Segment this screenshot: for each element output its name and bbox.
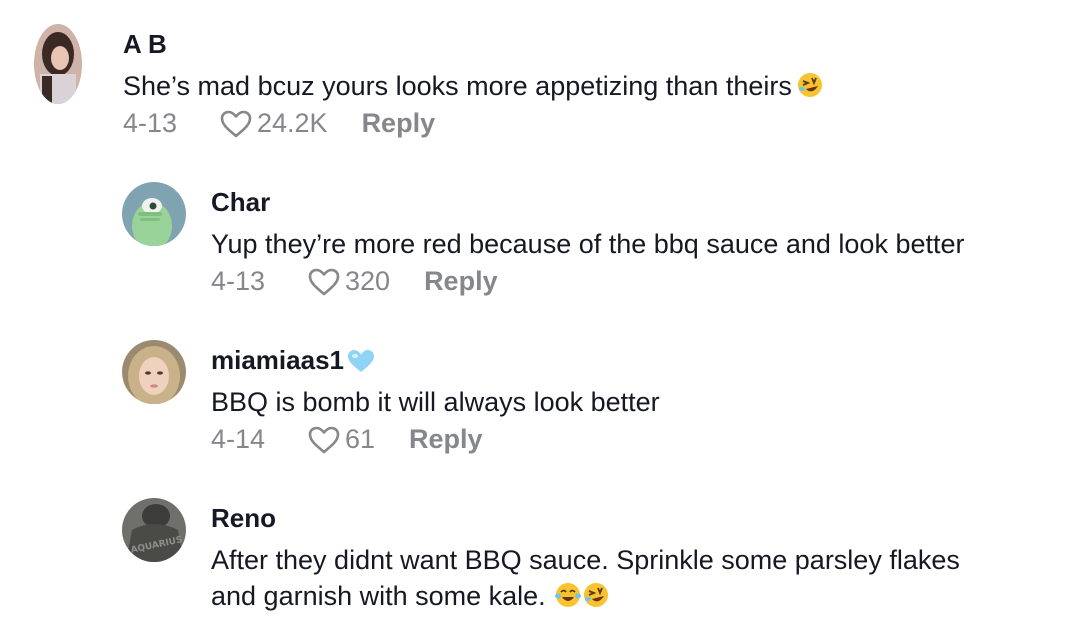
heart-outline-icon[interactable] [307, 267, 341, 297]
comment-date: 4-14 [211, 424, 266, 454]
comment-username[interactable]: A B [123, 29, 167, 60]
like-button[interactable]: 24.2K [219, 108, 362, 139]
comment-text-content: and garnish with some kale. [211, 581, 546, 611]
username-text[interactable]: Reno [211, 503, 276, 534]
reply-button[interactable]: Reply [362, 108, 436, 139]
light-blue-heart-icon [346, 348, 376, 374]
avatar[interactable] [34, 24, 82, 104]
like-button[interactable]: 61 [307, 424, 409, 455]
heart-outline-icon[interactable] [219, 109, 253, 139]
comment-username[interactable]: Char [211, 187, 270, 218]
avatar-photo: AQUARIUS [122, 498, 186, 562]
rolling-on-floor-laughing-emoji-icon [796, 71, 824, 99]
comment-meta: 4-13 24.2K Reply [123, 108, 435, 139]
username-text[interactable]: miamiaas1 [211, 345, 344, 376]
like-count: 320 [345, 266, 391, 296]
like-count: 61 [345, 424, 376, 454]
avatar[interactable] [122, 340, 186, 404]
comment-date: 4-13 [123, 108, 178, 138]
avatar-photo [122, 340, 186, 404]
comment-meta: 4-14 61 Reply [211, 424, 483, 455]
comment-text: BBQ is bomb it will always look better [211, 387, 660, 417]
like-count: 24.2K [257, 108, 328, 138]
rolling-on-floor-laughing-emoji-icon [582, 581, 610, 609]
reply-button[interactable]: Reply [409, 424, 483, 455]
avatar[interactable] [122, 182, 186, 246]
avatar-photo [34, 24, 82, 104]
comment-text-line: and garnish with some kale. [211, 578, 960, 614]
reply-button[interactable]: Reply [424, 266, 498, 297]
comment-text: After they didnt want BBQ sauce. Sprinkl… [211, 542, 960, 614]
heart-outline-icon[interactable] [307, 425, 341, 455]
username-text[interactable]: A B [123, 29, 167, 60]
username-text[interactable]: Char [211, 187, 270, 218]
comment-username[interactable]: Reno [211, 503, 276, 534]
comment-meta: 4-13 320 Reply [211, 266, 498, 297]
face-with-tears-of-joy-emoji-icon [554, 581, 582, 609]
comment-text-content: She’s mad bcuz yours looks more appetizi… [123, 71, 792, 101]
comment-username[interactable]: miamiaas1 [211, 345, 376, 376]
avatar[interactable]: AQUARIUS [122, 498, 186, 562]
comment-text: She’s mad bcuz yours looks more appetizi… [123, 68, 824, 104]
like-button[interactable]: 320 [307, 266, 424, 297]
comment-text: Yup they’re more red because of the bbq … [211, 229, 965, 259]
comment-text-line: After they didnt want BBQ sauce. Sprinkl… [211, 545, 960, 575]
green-monster-avatar [122, 182, 186, 246]
comment-date: 4-13 [211, 266, 266, 296]
